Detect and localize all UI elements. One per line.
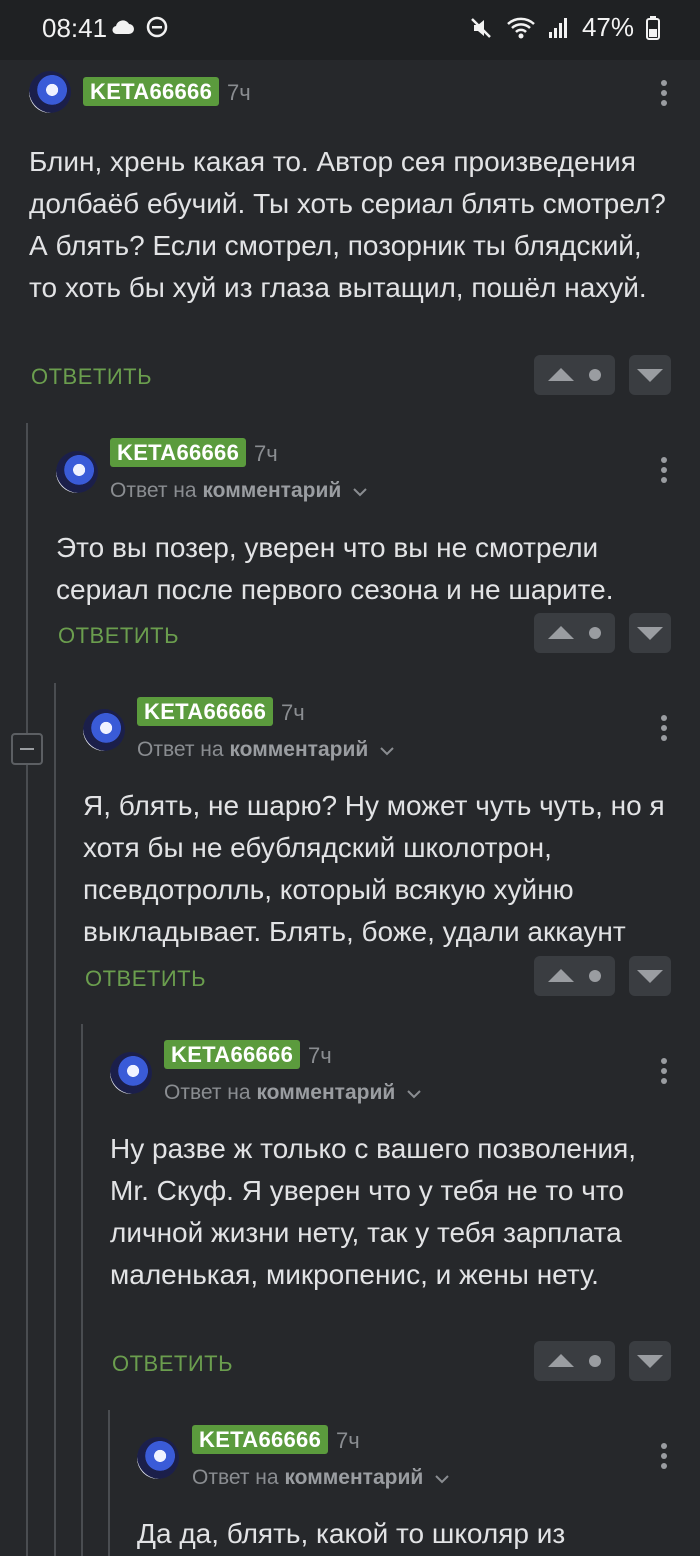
downvote-button[interactable] [629, 956, 671, 996]
username-badge[interactable]: KETA66666 [137, 697, 274, 726]
collapse-thread-button[interactable] [11, 733, 43, 765]
rating-dot-icon [589, 369, 601, 381]
downvote-button[interactable] [629, 613, 671, 653]
signal-icon [548, 17, 567, 38]
mute-icon [471, 17, 491, 38]
arrow-down-icon [637, 627, 663, 640]
dnd-icon [146, 16, 168, 38]
comment-text: Это вы позер, уверен что вы не смотрели … [56, 532, 614, 605]
arrow-down-icon [637, 1355, 663, 1368]
comment-text: Ну разве ж только с вашего позволения, M… [110, 1133, 637, 1290]
battery-percent: 47% [581, 12, 634, 42]
more-options-icon[interactable] [659, 80, 669, 106]
chevron-down-icon [407, 1090, 421, 1099]
chevron-down-icon [380, 747, 394, 756]
arrow-up-icon [548, 969, 574, 982]
reply-to-target: комментарий [284, 1466, 424, 1489]
more-options-icon[interactable] [659, 715, 669, 741]
upvote-button[interactable] [534, 956, 615, 996]
downvote-button[interactable] [629, 355, 671, 395]
avatar[interactable] [137, 1437, 179, 1479]
thread-line [54, 683, 56, 1556]
comment-text: Блин, хрень какая то. Автор сея произвед… [29, 146, 666, 303]
reply-to-prefix: Ответ на [110, 479, 197, 502]
reply-to-prefix: Ответ на [137, 738, 224, 761]
comment-text: Я, блять, не шарю? Ну может чуть чуть, н… [83, 790, 665, 947]
reply-to-prefix: Ответ на [164, 1081, 251, 1104]
upvote-button[interactable] [534, 1341, 615, 1381]
arrow-up-icon [548, 1354, 574, 1367]
thread-line [108, 1410, 110, 1556]
username-badge[interactable]: KETA66666 [110, 438, 247, 467]
reply-to-target: комментарий [229, 738, 369, 761]
more-options-icon[interactable] [659, 1058, 669, 1084]
rating-dot-icon [589, 970, 601, 982]
cloud-icon [112, 20, 134, 35]
username-badge[interactable]: KETA66666 [83, 77, 220, 106]
more-options-icon[interactable] [659, 457, 669, 483]
rating-dot-icon [589, 1355, 601, 1367]
reply-button[interactable]: ОТВЕТИТЬ [31, 364, 152, 390]
avatar[interactable] [110, 1052, 152, 1094]
upvote-button[interactable] [534, 613, 615, 653]
status-bar: 08:41 47% [0, 0, 700, 60]
comment-time: 7ч [254, 441, 278, 466]
reply-to-link[interactable]: Ответ на комментарий [137, 738, 394, 762]
reply-to-target: комментарий [256, 1081, 396, 1104]
chevron-down-icon [353, 488, 367, 497]
chevron-down-icon [435, 1475, 449, 1484]
reply-to-link[interactable]: Ответ на комментарий [192, 1466, 449, 1490]
comment-time: 7ч [308, 1043, 332, 1068]
arrow-up-icon [548, 368, 574, 381]
wifi-icon [507, 17, 535, 38]
reply-button[interactable]: ОТВЕТИТЬ [58, 623, 179, 649]
username-badge[interactable]: KETA66666 [164, 1040, 301, 1069]
thread-line [26, 423, 28, 1556]
comment-time: 7ч [281, 700, 305, 725]
battery-icon [646, 15, 660, 40]
comment-time: 7ч [336, 1428, 360, 1453]
reply-button[interactable]: ОТВЕТИТЬ [112, 1351, 233, 1377]
reply-to-link[interactable]: Ответ на комментарий [164, 1081, 421, 1105]
arrow-down-icon [637, 970, 663, 983]
avatar[interactable] [29, 71, 71, 113]
thread-line [81, 1024, 83, 1556]
avatar[interactable] [83, 709, 125, 751]
rating-dot-icon [589, 627, 601, 639]
reply-button[interactable]: ОТВЕТИТЬ [85, 966, 206, 992]
arrow-down-icon [637, 369, 663, 382]
reply-to-target: комментарий [202, 479, 342, 502]
more-options-icon[interactable] [659, 1443, 669, 1469]
status-time: 08:41 [42, 13, 108, 43]
comment-text: Да да, блять, какой то школяр из [137, 1518, 566, 1549]
reply-to-prefix: Ответ на [192, 1466, 279, 1489]
avatar[interactable] [56, 451, 98, 493]
upvote-button[interactable] [534, 355, 615, 395]
comment-time: 7ч [227, 80, 251, 105]
username-badge[interactable]: KETA66666 [192, 1425, 329, 1454]
downvote-button[interactable] [629, 1341, 671, 1381]
reply-to-link[interactable]: Ответ на комментарий [110, 479, 367, 503]
arrow-up-icon [548, 626, 574, 639]
